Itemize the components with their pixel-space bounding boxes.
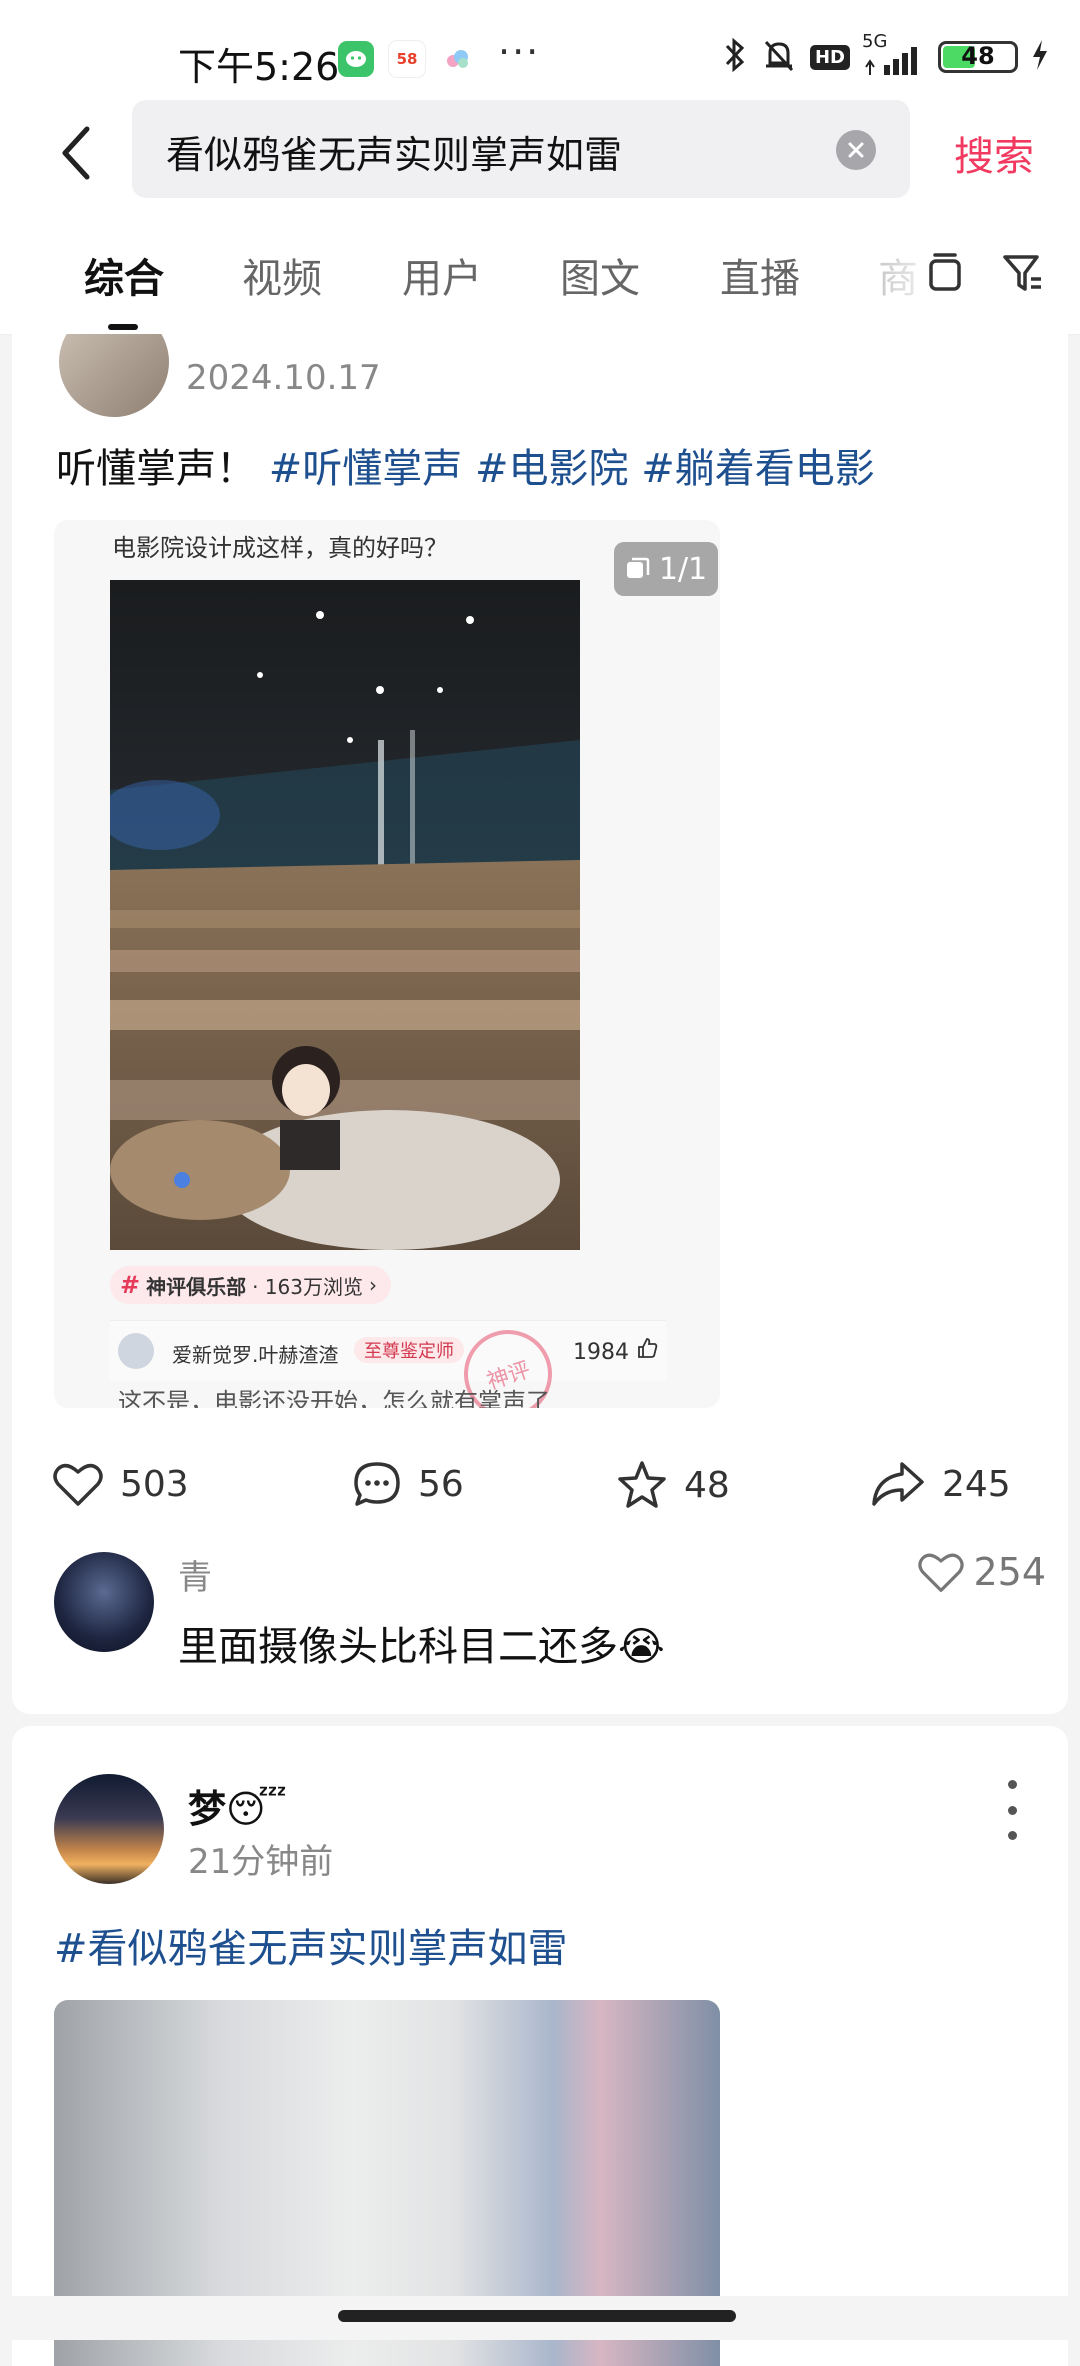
sleepy-emoji: 😴 xyxy=(226,1787,287,1831)
status-app-icons: 58 xyxy=(338,40,476,78)
comment-badge: 至尊鉴定师 xyxy=(354,1337,464,1363)
image-count: 1/1 xyxy=(658,551,708,587)
comment-like-button[interactable]: 254 xyxy=(917,1550,1046,1594)
image-title: 电影院设计成这样，真的好吗？ xyxy=(112,534,448,562)
status-time: 下午5:26 xyxy=(178,45,340,89)
active-tab-indicator xyxy=(108,324,138,330)
clear-search-button[interactable] xyxy=(836,130,876,170)
tab-users[interactable]: 用户 xyxy=(402,246,482,304)
comment-likes: 1984 xyxy=(573,1337,658,1365)
comment-user: 爱新觉罗.叶赫渣渣 xyxy=(172,1343,339,1367)
image-cut-text: 这不是，电影还没开始，怎么就有掌声了 xyxy=(118,1388,550,1408)
crying-emoji: 😭 xyxy=(618,1624,665,1670)
comment-count: 56 xyxy=(418,1463,464,1505)
tab-video[interactable]: 视频 xyxy=(242,246,322,304)
chevron-left-icon xyxy=(62,126,90,180)
favorite-button[interactable]: 48 xyxy=(616,1460,730,1510)
status-right-icons: HD 5G 48 xyxy=(722,31,1050,78)
hashtag-link[interactable]: #看似鸦雀无声实则掌声如雷 xyxy=(54,1916,568,1974)
author-avatar[interactable] xyxy=(54,1774,164,1884)
like-button[interactable]: 503 xyxy=(52,1460,189,1508)
wechat-icon xyxy=(338,41,374,77)
tab-image-text[interactable]: 图文 xyxy=(560,246,640,304)
share-button[interactable]: 245 xyxy=(870,1460,1011,1508)
favorite-count: 48 xyxy=(684,1464,730,1506)
chevron-right-icon: › xyxy=(369,1273,377,1297)
thumbs-up-icon xyxy=(638,1338,658,1358)
status-more-icon: ··· xyxy=(498,30,541,74)
filter-button[interactable] xyxy=(998,248,1048,298)
post-text: 听懂掌声！ #听懂掌声 #电影院 #躺着看电影 xyxy=(56,436,875,494)
post-actions: 503 56 48 245 xyxy=(12,1442,1068,1532)
post-card[interactable]: 2024.10.17 听懂掌声！ #听懂掌声 #电影院 #躺着看电影 电影院设计… xyxy=(12,334,1068,1714)
signal-icon: 5G xyxy=(862,31,926,77)
comment-icon xyxy=(354,1462,400,1506)
top-comment: 里面摄像头比科目二还多😭 xyxy=(178,1614,665,1672)
battery-level: 48 xyxy=(961,42,995,70)
heart-icon xyxy=(918,1553,965,1592)
more-options-button[interactable] xyxy=(1002,1780,1022,1840)
post-time: 21分钟前 xyxy=(188,1842,334,1882)
club-name: 神评俱乐部 xyxy=(146,1274,247,1299)
comment-avatar xyxy=(118,1333,154,1369)
comment-like-count: 1984 xyxy=(573,1340,629,1365)
hd-icon: HD xyxy=(809,44,850,70)
layout-toggle-button[interactable] xyxy=(920,248,970,298)
home-indicator[interactable] xyxy=(338,2310,736,2322)
tab-all[interactable]: 综合 xyxy=(84,246,164,304)
star-icon xyxy=(618,1461,666,1508)
58-app-icon: 58 xyxy=(388,40,426,78)
author-avatar[interactable] xyxy=(56,334,172,420)
hashtag-link[interactable]: #电影院 xyxy=(475,446,629,492)
hash-icon: # xyxy=(120,1271,141,1299)
cinema-photo xyxy=(110,580,580,1250)
comment-like-count: 254 xyxy=(973,1550,1046,1594)
hashtag-link[interactable]: #听懂掌声 xyxy=(269,446,463,492)
image-count-badge: 1/1 xyxy=(614,542,718,596)
commenter-avatar[interactable] xyxy=(54,1552,154,1652)
status-bar: 下午5:26 58 ··· HD 5G 48 xyxy=(0,0,1080,100)
result-tabs: 综合 视频 用户 图文 直播 商 xyxy=(0,212,1080,335)
author-name-text: 梦 xyxy=(188,1787,227,1831)
back-button[interactable] xyxy=(46,118,106,188)
close-icon xyxy=(848,142,864,158)
search-query: 看似鸦雀无声实则掌声如雷 xyxy=(166,133,623,177)
comment-button[interactable]: 56 xyxy=(352,1460,464,1508)
commenter-name[interactable]: 青 xyxy=(178,1550,212,1599)
hashtag-link[interactable]: #躺着看电影 xyxy=(641,446,875,492)
embedded-comment: 爱新觉罗.叶赫渣渣 至尊鉴定师 1984 xyxy=(110,1320,666,1381)
post-date: 2024.10.17 xyxy=(186,358,381,398)
share-count: 245 xyxy=(942,1463,1011,1505)
filter-icon xyxy=(1003,255,1041,291)
copy-icon xyxy=(626,557,650,578)
club-views: · 163万浏览 xyxy=(252,1274,363,1299)
charging-icon xyxy=(1030,38,1050,76)
cloud-app-icon xyxy=(440,41,476,77)
like-count: 503 xyxy=(120,1463,189,1505)
layers-icon xyxy=(929,253,961,291)
share-icon xyxy=(872,1462,924,1506)
battery-icon: 48 xyxy=(938,41,1018,73)
post-card[interactable]: 梦😴 21分钟前 #看似鸦雀无声实则掌声如雷 xyxy=(12,1726,1068,2366)
author-name[interactable]: 梦😴 xyxy=(188,1778,287,1833)
gesture-nav-bar xyxy=(0,2296,1080,2340)
bluetooth-icon xyxy=(722,36,748,78)
mute-icon xyxy=(760,36,798,78)
heart-icon xyxy=(53,1463,103,1506)
tab-live[interactable]: 直播 xyxy=(720,246,800,304)
search-header: 看似鸦雀无声实则掌声如雷 搜索 xyxy=(0,100,1080,212)
comment-text: 里面摄像头比科目二还多 xyxy=(178,1624,618,1670)
club-tag[interactable]: # 神评俱乐部 · 163万浏览 › xyxy=(110,1266,391,1304)
search-button[interactable]: 搜索 xyxy=(954,124,1034,182)
post-image[interactable]: 电影院设计成这样，真的好吗？ 1/1 # 神评俱乐部 · 163万浏览 › 爱新… xyxy=(54,520,720,1408)
post-caption: 听懂掌声！ xyxy=(56,446,256,492)
search-input[interactable]: 看似鸦雀无声实则掌声如雷 xyxy=(132,100,910,198)
